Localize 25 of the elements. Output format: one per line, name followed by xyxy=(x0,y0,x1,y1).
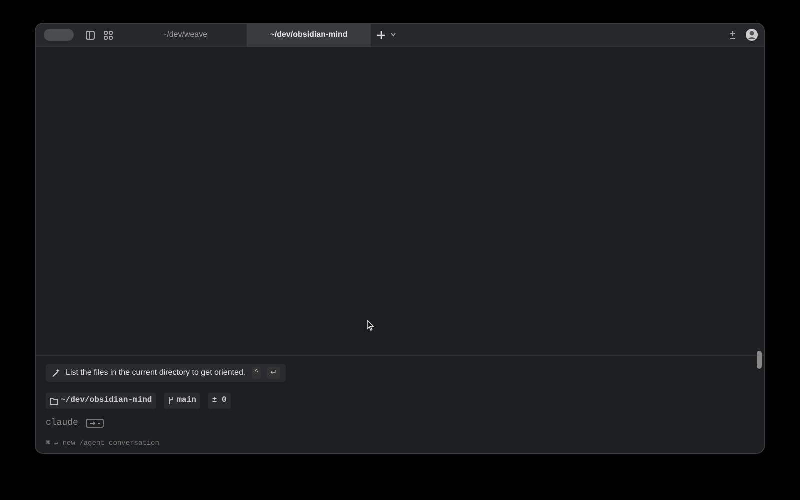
sparkle-icon xyxy=(52,369,60,377)
mouse-pointer-icon xyxy=(367,320,374,331)
chip-label: main xyxy=(177,395,196,407)
keyboard-shortcut-icon xyxy=(86,419,104,428)
branch-icon xyxy=(168,397,174,405)
tab[interactable]: ~/dev/weave xyxy=(123,24,247,46)
context-chip[interactable]: ~/dev/obsidian-mind xyxy=(46,393,156,409)
key-hint: ↵ xyxy=(267,367,280,379)
chip-label: ± 0 xyxy=(212,395,227,407)
chevron-down-icon[interactable] xyxy=(391,33,396,37)
avatar-icon[interactable] xyxy=(746,29,758,41)
suggestion-text: List the files in the current directory to get oriented. xyxy=(66,367,246,379)
tab[interactable]: ~/dev/obsidian-mind xyxy=(247,24,371,46)
grid-icon[interactable] xyxy=(104,30,113,40)
plus-minus-icon[interactable] xyxy=(729,30,737,40)
scrollbar-thumb[interactable] xyxy=(757,351,762,369)
context-chip[interactable]: ± 0 xyxy=(208,393,231,409)
suggestion-bar[interactable]: List the files in the current directory to get oriented. ^ ↵ xyxy=(46,364,286,382)
add-tab-icon[interactable] xyxy=(377,30,386,40)
chip-label: ~/dev/obsidian-mind xyxy=(61,395,152,407)
sidebar-icon[interactable] xyxy=(86,30,95,40)
key-hint: ^ xyxy=(252,367,262,379)
folder-icon xyxy=(50,398,58,404)
prompt-label: claude xyxy=(46,417,78,430)
context-chip[interactable]: main xyxy=(164,393,200,409)
